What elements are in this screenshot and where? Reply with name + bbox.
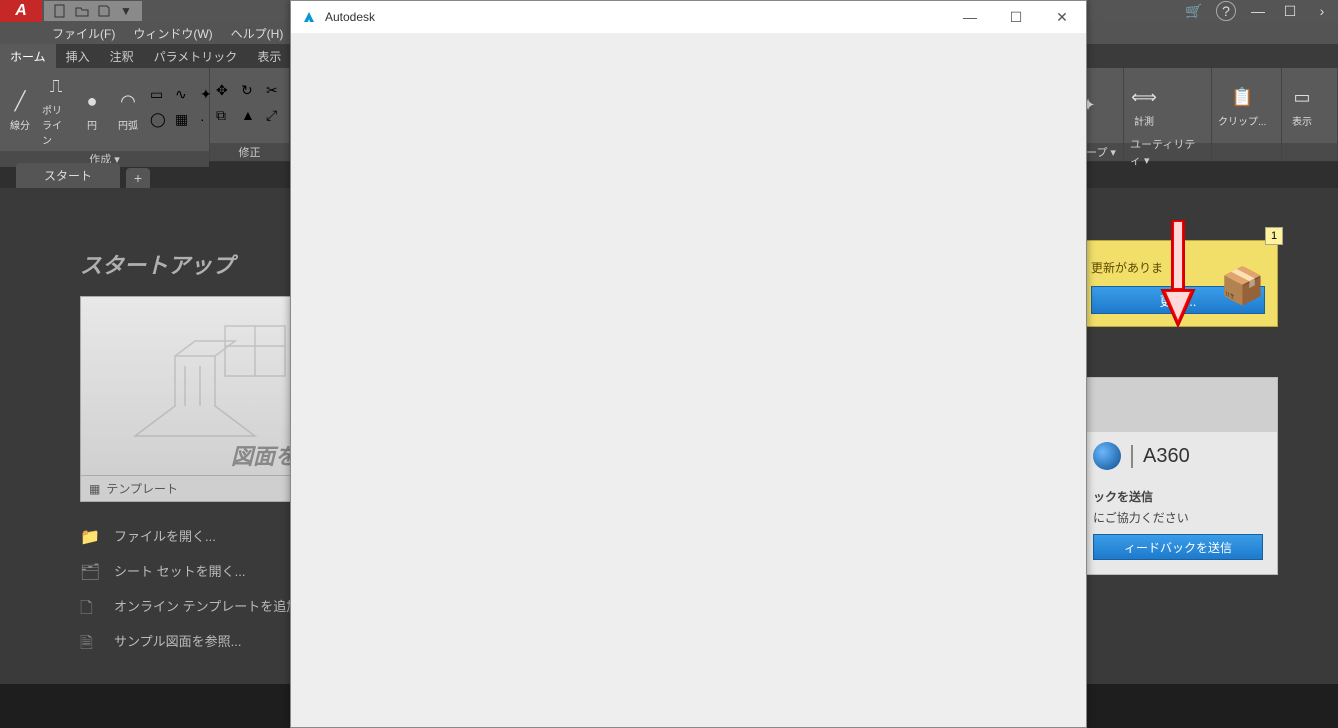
- save-icon[interactable]: [96, 3, 112, 19]
- dialog-maximize-icon[interactable]: ☐: [1002, 9, 1030, 26]
- doc-icon: 🗎: [80, 632, 102, 650]
- send-feedback-button[interactable]: ィードバックを送信: [1093, 534, 1263, 560]
- tab-start[interactable]: スタート: [16, 163, 120, 188]
- tool-arc[interactable]: ◠円弧: [114, 87, 142, 132]
- notification-badge: 1: [1265, 227, 1283, 245]
- tab-insert[interactable]: 挿入: [56, 44, 100, 69]
- template-icon: ▦: [89, 482, 100, 496]
- dialog-body: [291, 33, 1086, 727]
- tab-parametric[interactable]: パラメトリック: [144, 44, 248, 69]
- help-icon[interactable]: ?: [1216, 1, 1236, 21]
- tool-copy-icon[interactable]: ⧉: [216, 107, 238, 129]
- feedback-subtitle: にご協力ください: [1093, 509, 1263, 526]
- sheet-icon: 🗂: [80, 562, 102, 580]
- update-notification: 1 更新がありま 📦 更新...: [1078, 240, 1278, 327]
- menu-file[interactable]: ファイル(F): [52, 25, 115, 42]
- feedback-title: ックを送信: [1093, 488, 1263, 505]
- panel-view-title: [1282, 143, 1337, 161]
- panel-utility-title[interactable]: ユーティリティ ▾: [1124, 143, 1211, 161]
- tool-circle[interactable]: ●円: [78, 87, 106, 132]
- window-next-icon[interactable]: ›: [1312, 1, 1332, 21]
- tool-line[interactable]: ╱線分: [6, 87, 34, 132]
- tool-hatch-icon[interactable]: ▦: [175, 111, 197, 133]
- a360-logo-icon: [1093, 442, 1121, 470]
- tool-mirror-icon[interactable]: ▲: [241, 107, 263, 129]
- title-bar-right: 🛒 ? — ☐ ›: [1184, 1, 1338, 21]
- panel-modify-title[interactable]: 修正: [210, 143, 289, 161]
- dialog-minimize-icon[interactable]: —: [956, 9, 984, 26]
- dialog-title: Autodesk: [325, 10, 375, 24]
- autodesk-dialog: Autodesk — ☐ ✕: [290, 0, 1087, 728]
- app-icon[interactable]: A: [0, 0, 42, 22]
- modify-tools: ✥ ↻ ✂ ⧉ ▲ ⤢: [216, 82, 288, 129]
- tool-polyline[interactable]: ⎍ポリライン: [42, 72, 70, 147]
- dialog-title-bar[interactable]: Autodesk — ☐ ✕: [291, 1, 1086, 33]
- qat-dropdown-icon[interactable]: ▼: [118, 3, 134, 19]
- tab-add-button[interactable]: +: [126, 168, 150, 188]
- tool-scale-icon[interactable]: ⤢: [266, 107, 288, 129]
- new-file-icon[interactable]: [52, 3, 68, 19]
- folder-icon: 📁: [80, 527, 102, 545]
- tool-view[interactable]: ▭表示: [1288, 83, 1316, 128]
- tool-rotate-icon[interactable]: ↻: [241, 82, 263, 104]
- cart-icon[interactable]: 🛒: [1184, 1, 1204, 21]
- tool-ellipse-icon[interactable]: ◯: [150, 111, 172, 133]
- tool-clipboard[interactable]: 📋クリップ...: [1218, 83, 1266, 128]
- menu-window[interactable]: ウィンドウ(W): [133, 25, 212, 42]
- a360-label: A360: [1131, 445, 1190, 468]
- tool-rect-icon[interactable]: ▭: [150, 86, 172, 108]
- cloud-icon: 🗋: [80, 597, 102, 615]
- panel-clip-title: [1212, 143, 1281, 161]
- tab-view[interactable]: 表示: [247, 44, 291, 69]
- dialog-close-icon[interactable]: ✕: [1048, 9, 1076, 26]
- tool-move-icon[interactable]: ✥: [216, 82, 238, 104]
- quick-access-toolbar: ▼: [44, 1, 142, 21]
- open-file-icon[interactable]: [74, 3, 90, 19]
- menu-help[interactable]: ヘルプ(H): [231, 25, 284, 42]
- tab-annotate[interactable]: 注釈: [100, 44, 144, 69]
- package-icon: 📦: [1220, 265, 1265, 307]
- tool-measure[interactable]: ⟺計測: [1130, 83, 1158, 128]
- tool-spline-icon[interactable]: ∿: [175, 86, 197, 108]
- window-maximize-icon[interactable]: ☐: [1280, 1, 1300, 21]
- window-minimize-icon[interactable]: —: [1248, 1, 1268, 21]
- tab-home[interactable]: ホーム: [0, 44, 56, 69]
- a360-panel: A360 ックを送信 にご協力ください ィードバックを送信: [1078, 377, 1278, 575]
- autodesk-logo-icon: [301, 9, 317, 25]
- tool-trim-icon[interactable]: ✂: [266, 82, 288, 104]
- right-column: 1 更新がありま 📦 更新... A360 ックを送信 にご協力ください ィード…: [1078, 240, 1278, 575]
